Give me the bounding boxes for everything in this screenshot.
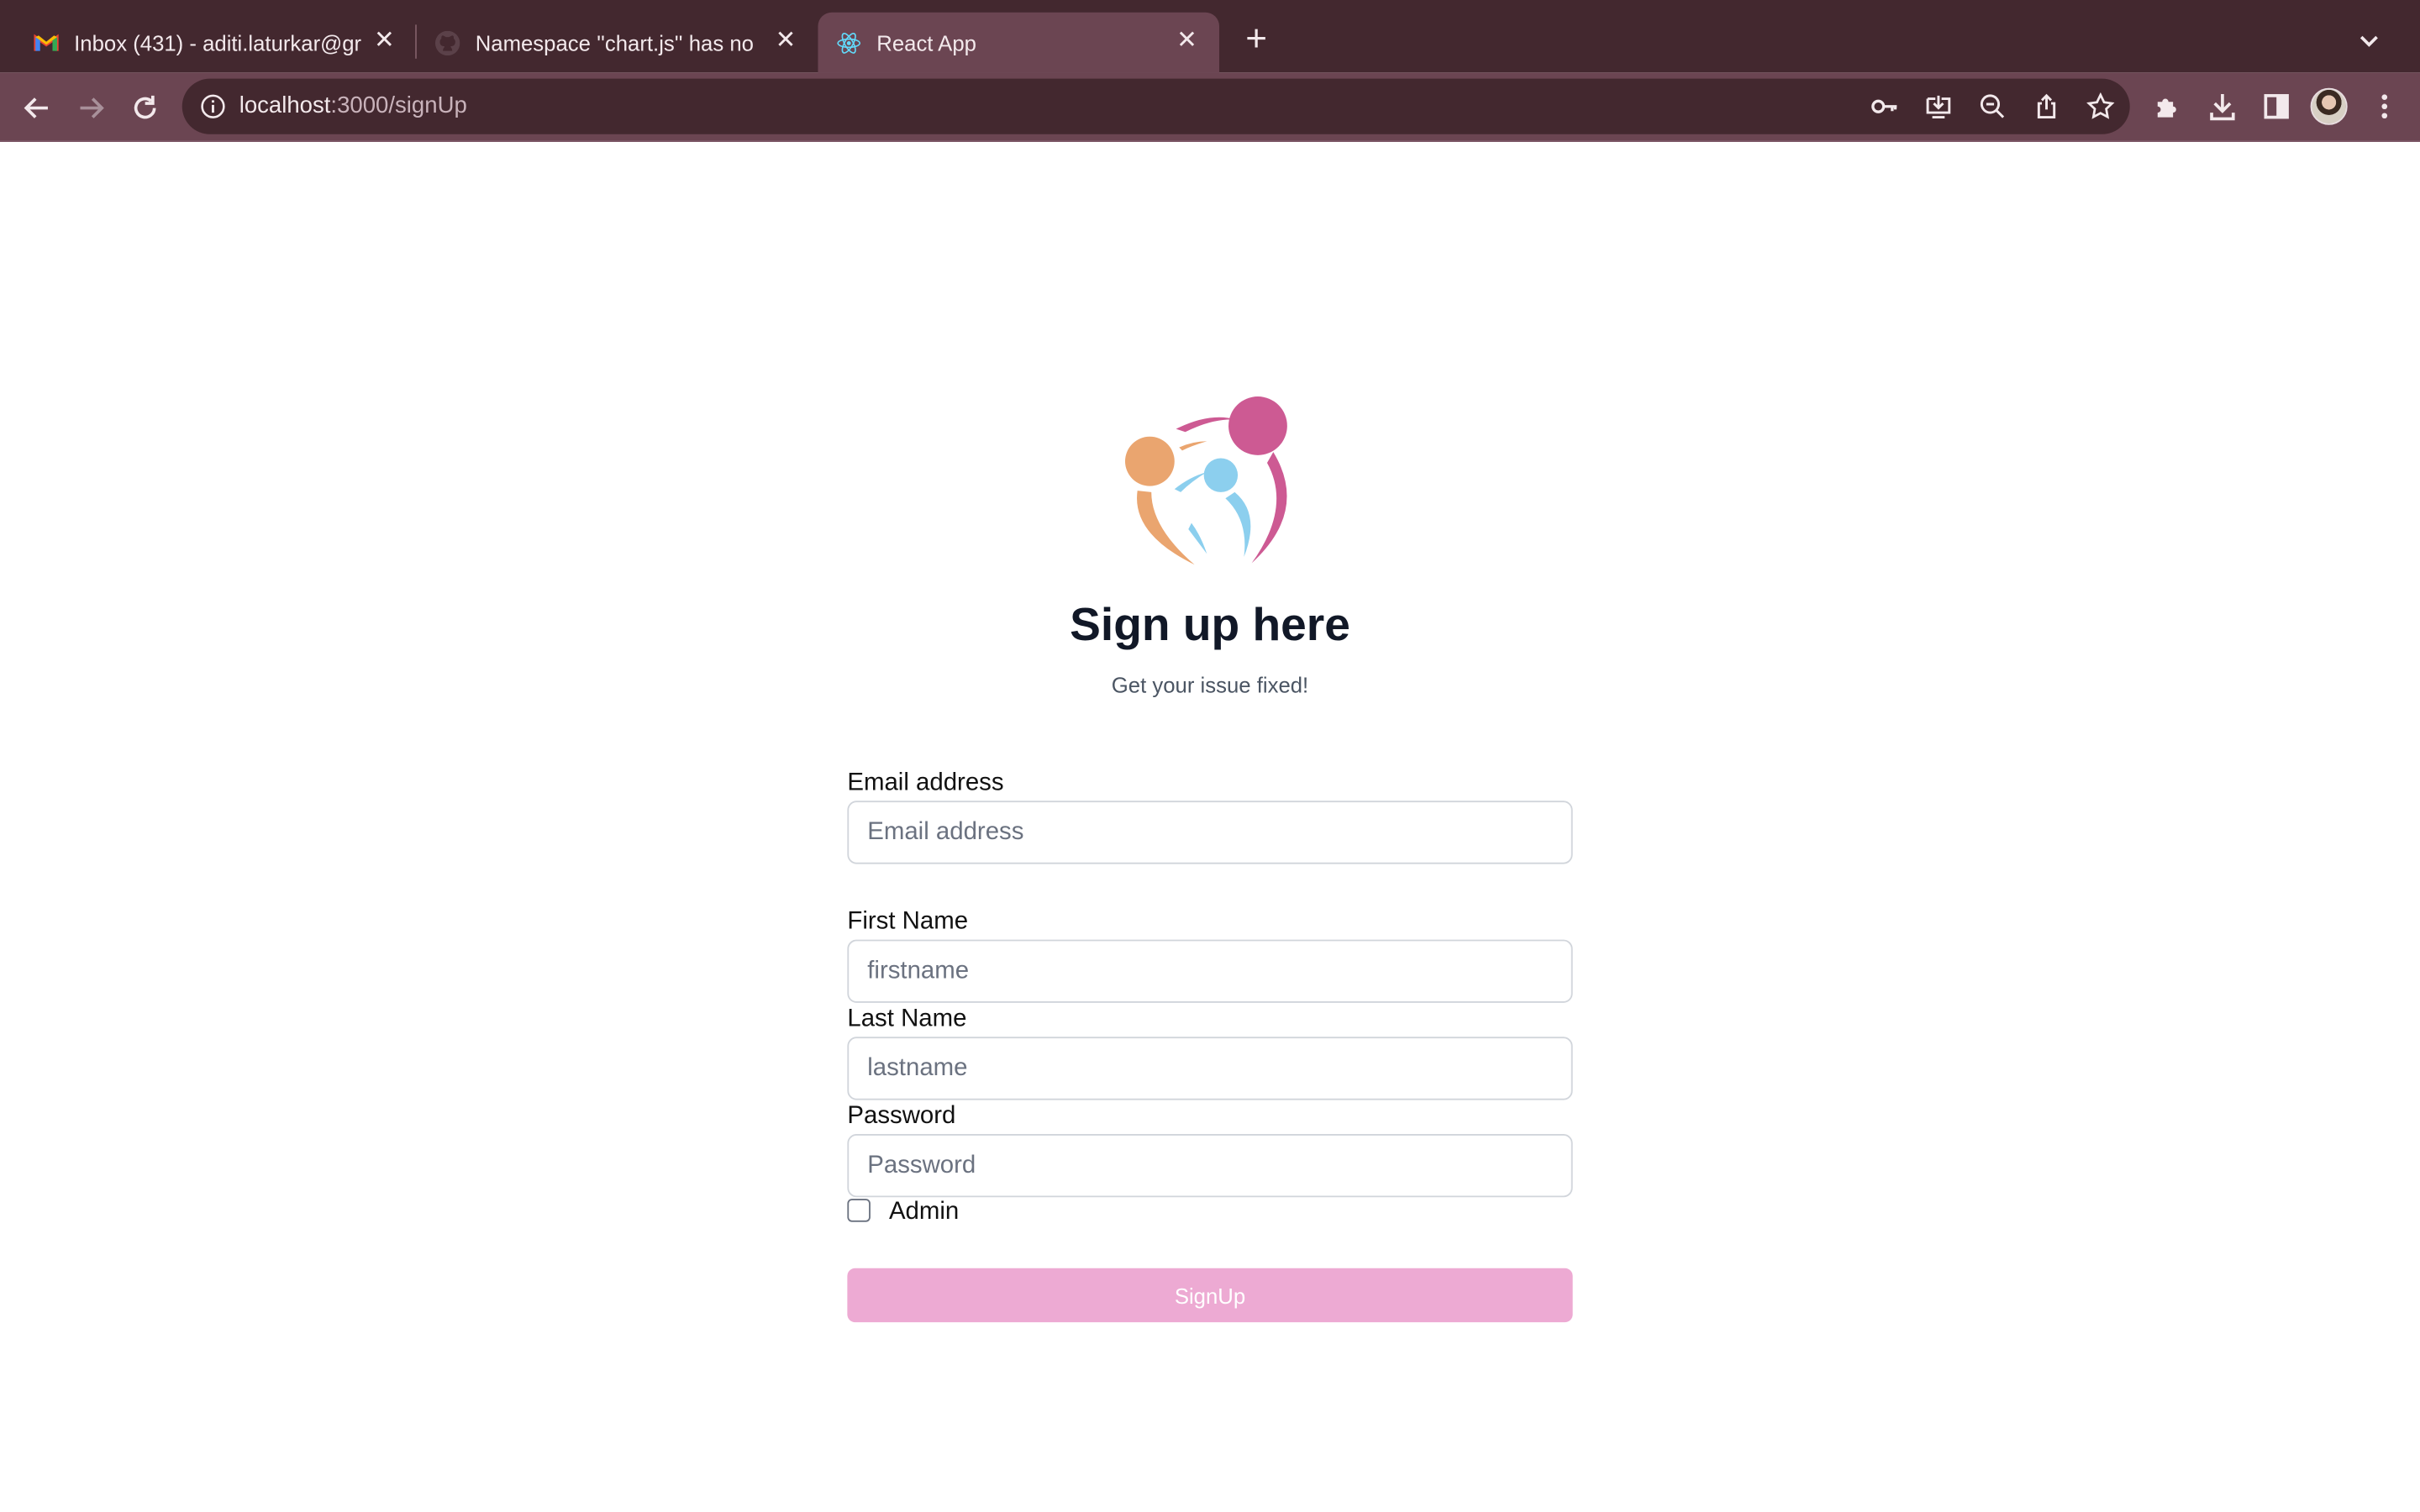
site-info-icon[interactable] [201,94,225,118]
first-name-field[interactable] [847,939,1573,1003]
share-icon[interactable] [2033,92,2060,120]
github-icon [434,29,460,55]
zoom-icon[interactable] [1979,92,2007,120]
back-icon[interactable] [17,88,57,129]
close-tab-icon[interactable]: ✕ [371,28,398,55]
side-panel-icon[interactable] [2261,91,2292,122]
close-tab-icon[interactable]: ✕ [1173,28,1201,55]
key-icon[interactable] [1870,92,1898,120]
tab-title: React App [876,29,976,55]
url-host: localhost [239,92,331,119]
install-app-icon[interactable] [1924,92,1952,120]
page-subtitle: Get your issue fixed! [1111,672,1309,698]
bookmark-star-icon[interactable] [2086,92,2115,120]
browser-window: Inbox (431) - aditi.laturkar@gr ✕ Namesp… [0,0,2420,1509]
chevron-down-icon[interactable] [2352,24,2386,57]
app-logo [1118,391,1302,570]
url-path: :3000/signUp [330,92,467,119]
signup-button[interactable]: SignUp [847,1268,1573,1323]
tab-title: Inbox (431) - aditi.laturkar@gr [74,29,361,55]
email-label: Email address [847,769,1004,796]
first-name-label: First Name [847,908,969,936]
page-content: Sign up here Get your issue fixed! Email… [0,143,2420,1509]
page-title: Sign up here [1070,600,1350,652]
gmail-icon [34,30,59,55]
new-tab-button[interactable]: + [1238,21,1275,59]
tab-separator [415,24,417,59]
more-options-icon[interactable] [2369,91,2400,122]
password-field[interactable] [847,1134,1573,1198]
close-tab-icon[interactable]: ✕ [771,28,799,55]
react-icon [837,30,861,55]
address-bar[interactable]: localhost:3000/signUp [182,78,2130,134]
last-name-label: Last Name [847,1005,967,1032]
tab-gmail[interactable]: Inbox (431) - aditi.laturkar@gr ✕ [18,13,417,73]
extensions-icon[interactable] [2153,91,2184,122]
email-field[interactable] [847,801,1573,864]
last-name-field[interactable] [847,1037,1573,1100]
tab-strip: Inbox (431) - aditi.laturkar@gr ✕ Namesp… [0,0,2420,73]
admin-label: Admin [888,1199,960,1226]
tab-title: Namespace ''chart.js'' has no [475,29,754,55]
tab-github[interactable]: Namespace ''chart.js'' has no ✕ [420,13,818,73]
forward-icon[interactable] [71,88,111,129]
tab-react-app[interactable]: React App ✕ [818,12,1220,73]
url-text[interactable]: localhost:3000/signUp [239,92,467,118]
admin-checkbox[interactable] [847,1199,871,1222]
reload-icon[interactable] [125,88,166,129]
browser-toolbar: localhost:3000/signUp [0,72,2420,142]
profile-avatar[interactable] [2310,87,2348,125]
download-icon[interactable] [2207,91,2238,122]
password-label: Password [847,1103,956,1130]
